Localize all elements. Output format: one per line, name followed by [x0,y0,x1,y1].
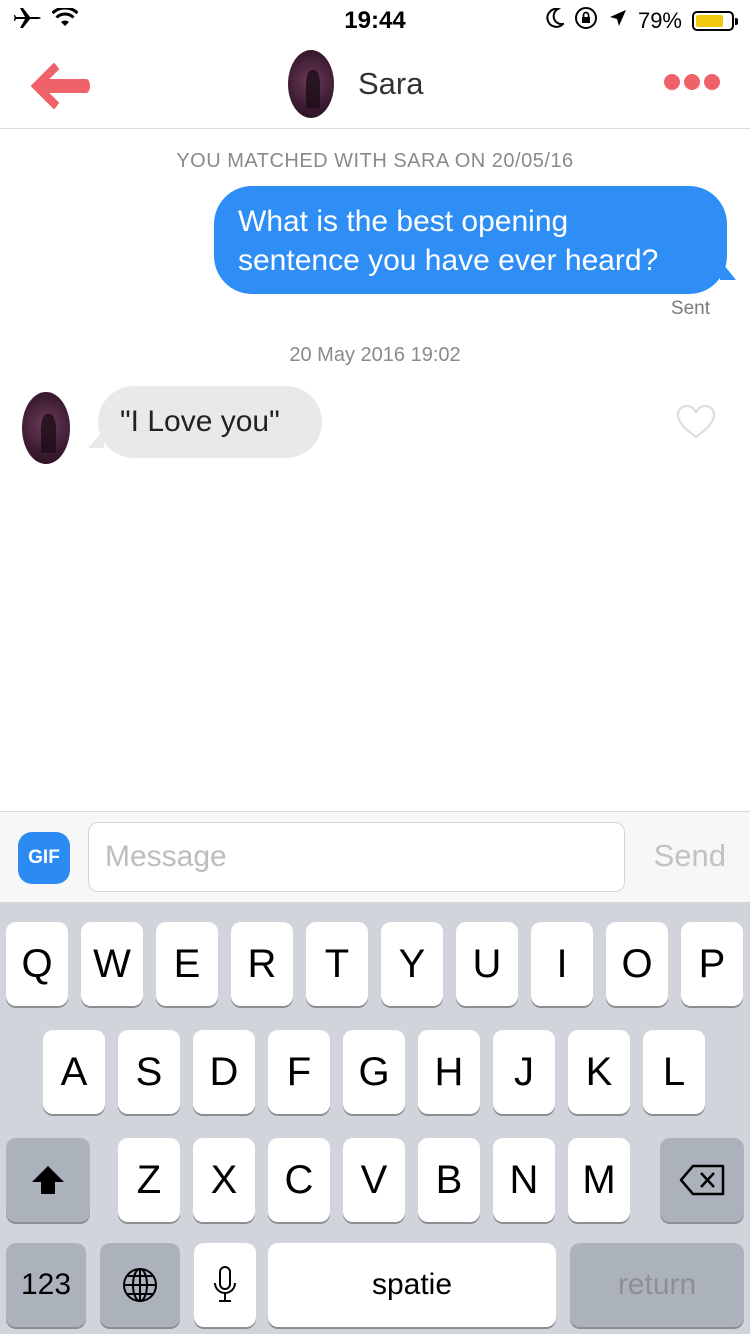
key-l[interactable]: L [643,1030,705,1114]
rotation-lock-icon [574,6,598,36]
key-s[interactable]: S [118,1030,180,1114]
heart-icon [676,404,716,439]
back-arrow-icon [31,63,90,109]
dictation-key[interactable] [194,1243,256,1327]
back-button[interactable] [28,62,92,110]
key-k[interactable]: K [568,1030,630,1114]
compose-bar: GIF Send [0,811,750,902]
key-g[interactable]: G [343,1030,405,1114]
sent-message-line2: sentence you have ever heard? [238,244,659,277]
shift-icon [32,1166,64,1194]
return-key[interactable]: return [570,1243,744,1327]
sent-status: Sent [670,298,710,319]
key-w[interactable]: W [81,922,143,1006]
sent-message-line1: What is the best opening [238,205,569,238]
backspace-icon [679,1164,725,1196]
key-c[interactable]: C [268,1138,330,1222]
key-m[interactable]: M [568,1138,630,1222]
key-r[interactable]: R [231,922,293,1006]
key-h[interactable]: H [418,1030,480,1114]
key-z[interactable]: Z [118,1138,180,1222]
like-button[interactable] [676,404,716,440]
moon-icon [546,7,566,34]
key-y[interactable]: Y [381,922,443,1006]
chat-header: Sara [0,40,750,129]
avatar[interactable] [288,50,334,118]
shift-key[interactable] [6,1138,90,1222]
sent-message-bubble[interactable]: What is the best opening sentence you ha… [214,186,727,294]
gif-button[interactable]: GIF [18,832,70,884]
send-button[interactable]: Send [654,838,726,874]
more-dots-icon [664,74,680,90]
battery-fill [696,15,723,27]
key-x[interactable]: X [193,1138,255,1222]
sender-avatar[interactable] [22,392,70,464]
battery-icon [692,11,738,31]
backspace-key[interactable] [660,1138,744,1222]
key-u[interactable]: U [456,922,518,1006]
key-t[interactable]: T [306,922,368,1006]
key-a[interactable]: A [43,1030,105,1114]
key-q[interactable]: Q [6,922,68,1006]
sent-bubble-tail [720,260,736,280]
contact-name[interactable]: Sara [358,66,423,102]
more-options-button[interactable] [664,74,720,90]
key-p[interactable]: P [681,922,743,1006]
key-f[interactable]: F [268,1030,330,1114]
keyboard: 123 spatie return QWERTYUIOP ASDFGHJKL ZXC… [0,902,750,1334]
key-n[interactable]: N [493,1138,555,1222]
received-message-bubble[interactable]: "I Love you" [98,386,322,458]
globe-icon [123,1268,157,1302]
status-right: 79% [546,6,738,36]
match-note: YOU MATCHED WITH SARA ON 20/05/16 [176,150,574,172]
microphone-icon [214,1266,236,1302]
key-v[interactable]: V [343,1138,405,1222]
key-e[interactable]: E [156,922,218,1006]
location-icon [608,8,628,34]
key-d[interactable]: D [193,1030,255,1114]
space-key[interactable]: spatie [268,1243,556,1327]
key-j[interactable]: J [493,1030,555,1114]
numbers-key[interactable]: 123 [6,1243,86,1327]
battery-tip [735,18,738,25]
key-b[interactable]: B [418,1138,480,1222]
battery-percent: 79% [637,8,682,33]
message-timestamp: 20 May 2016 19:02 [289,344,461,366]
key-o[interactable]: O [606,922,668,1006]
globe-key[interactable] [100,1243,180,1327]
key-i[interactable]: I [531,922,593,1006]
status-bar: 19:44 79% [0,0,750,40]
message-input[interactable] [88,822,625,892]
